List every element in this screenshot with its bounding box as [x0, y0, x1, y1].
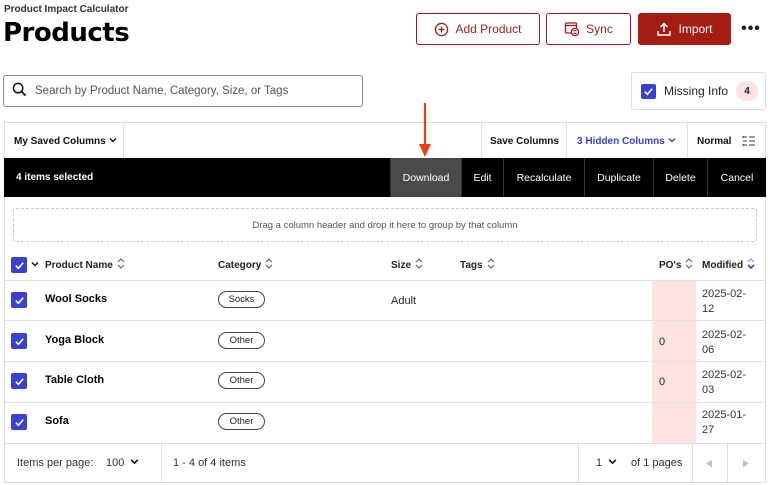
- save-columns-button[interactable]: Save Columns: [490, 123, 559, 159]
- modified-date-line: 06: [702, 344, 715, 356]
- next-page-icon[interactable]: [742, 444, 750, 482]
- add-product-label: Add Product: [455, 22, 522, 36]
- items-per-page-label: Items per page:: [17, 457, 94, 469]
- modified-date-line: 2025-02-: [702, 288, 747, 300]
- items-per-page-value: 100: [106, 457, 125, 469]
- column-header-label: Category: [218, 259, 262, 271]
- edit-button[interactable]: Edit: [461, 158, 503, 197]
- row-checkbox[interactable]: [11, 414, 27, 431]
- pos-cell: 0: [659, 376, 666, 388]
- sort-icon[interactable]: [117, 258, 125, 272]
- plus-circle-icon: [434, 22, 449, 37]
- column-header-size[interactable]: Size: [391, 250, 423, 280]
- search-box: [3, 75, 363, 107]
- sort-icon[interactable]: [265, 258, 273, 272]
- column-header-label: Size: [391, 259, 412, 271]
- page-title: Products: [3, 18, 130, 48]
- add-product-button[interactable]: Add Product: [416, 13, 540, 45]
- size-cell: Adult: [391, 295, 417, 307]
- missing-info-count-badge: 4: [736, 81, 759, 101]
- density-settings-icon[interactable]: [742, 123, 756, 159]
- sync-label: Sync: [586, 22, 613, 36]
- row-checkbox[interactable]: [11, 333, 27, 350]
- density-dropdown[interactable]: Normal: [697, 123, 731, 159]
- missing-info-filter[interactable]: Missing Info 4: [631, 72, 766, 110]
- page-select[interactable]: 1: [596, 444, 617, 482]
- modified-date-line: 2025-02-: [702, 329, 747, 341]
- category-chip: Other: [218, 332, 265, 349]
- search-icon: [4, 82, 27, 100]
- chevron-down-icon: [608, 457, 617, 469]
- modified-date-line: 2025-01-: [702, 409, 747, 421]
- pos-column-highlight: [652, 281, 696, 443]
- missing-info-label: Missing Info: [664, 84, 729, 98]
- category-chip: Other: [218, 413, 265, 430]
- column-header-tags[interactable]: Tags: [460, 250, 495, 280]
- hidden-columns-label: 3 Hidden Columns: [577, 135, 665, 147]
- page-value: 1: [596, 457, 603, 469]
- category-chip: Socks: [218, 291, 265, 308]
- modified-date-line: 2025-02-: [702, 369, 747, 381]
- row-checkbox[interactable]: [11, 292, 27, 309]
- modified-date-line: 03: [702, 384, 715, 396]
- delete-button[interactable]: Delete: [653, 158, 707, 197]
- download-button[interactable]: Download: [390, 158, 461, 197]
- upload-icon: [656, 21, 672, 37]
- column-header-category[interactable]: Category: [218, 250, 273, 280]
- category-chip: Other: [218, 372, 265, 389]
- items-per-page-select[interactable]: 100: [106, 444, 139, 482]
- column-header-label: Product Name: [45, 259, 113, 271]
- saved-columns-label: My Saved Columns: [14, 135, 106, 147]
- page-range-label: 1 - 4 of 4 items: [173, 457, 246, 469]
- import-button[interactable]: Import: [638, 13, 731, 45]
- grid-toolbar: My Saved Columns Save Columns 3 Hidden C…: [4, 122, 766, 159]
- pos-cell: 0: [659, 336, 666, 348]
- selected-count: 4 items selected: [16, 172, 94, 183]
- column-header-product-name[interactable]: Product Name: [45, 250, 125, 280]
- group-drop-zone[interactable]: Drag a column header and drop it here to…: [13, 208, 757, 242]
- sort-icon[interactable]: [685, 258, 693, 272]
- app-name: Product Impact Calculator: [4, 4, 129, 15]
- chevron-down-icon: [109, 136, 117, 147]
- saved-columns-dropdown[interactable]: My Saved Columns: [14, 123, 117, 159]
- select-all-control[interactable]: [11, 250, 39, 280]
- modified-date-line: 12: [702, 303, 715, 315]
- chevron-down-icon[interactable]: [31, 260, 39, 271]
- chevron-down-icon: [668, 136, 676, 147]
- duplicate-button[interactable]: Duplicate: [584, 158, 653, 197]
- modified-cell: 2025-02- 06: [702, 328, 760, 358]
- column-header-label: Modified: [702, 259, 744, 271]
- more-options-icon[interactable]: •••: [741, 20, 761, 38]
- product-name[interactable]: Sofa: [45, 415, 69, 427]
- sort-icon[interactable]: [415, 258, 423, 272]
- missing-info-checkbox[interactable]: [641, 83, 656, 99]
- chevron-down-icon: [130, 457, 139, 469]
- sync-icon: [564, 21, 580, 37]
- column-header-label: Tags: [460, 259, 483, 271]
- column-header-pos[interactable]: PO's: [659, 250, 693, 280]
- modified-cell: 2025-02- 03: [702, 368, 760, 398]
- modified-cell: 2025-02- 12: [702, 287, 760, 317]
- sort-icon[interactable]: [487, 258, 495, 272]
- page-count-label: of 1 pages: [631, 457, 683, 469]
- product-name[interactable]: Table Cloth: [45, 374, 104, 386]
- sort-descending-icon[interactable]: [747, 258, 755, 272]
- hidden-columns-dropdown[interactable]: 3 Hidden Columns: [577, 123, 676, 159]
- selection-bar: 4 items selected Download Edit Recalcula…: [4, 158, 766, 197]
- select-all-checkbox[interactable]: [11, 257, 27, 273]
- column-header-modified[interactable]: Modified: [702, 250, 755, 280]
- column-header-label: PO's: [659, 259, 682, 271]
- product-name[interactable]: Wool Socks: [45, 293, 107, 305]
- previous-page-icon[interactable]: [705, 444, 713, 482]
- cancel-button[interactable]: Cancel: [707, 158, 766, 197]
- row-checkbox[interactable]: [11, 373, 27, 390]
- sync-button[interactable]: Sync: [546, 13, 631, 45]
- product-name[interactable]: Yoga Block: [45, 334, 104, 346]
- import-label: Import: [678, 22, 713, 36]
- search-input[interactable]: [35, 85, 355, 97]
- modified-date-line: 27: [702, 424, 715, 436]
- annotation-arrow-icon: [419, 103, 431, 157]
- modified-cell: 2025-01- 27: [702, 408, 760, 438]
- recalculate-button[interactable]: Recalculate: [503, 158, 584, 197]
